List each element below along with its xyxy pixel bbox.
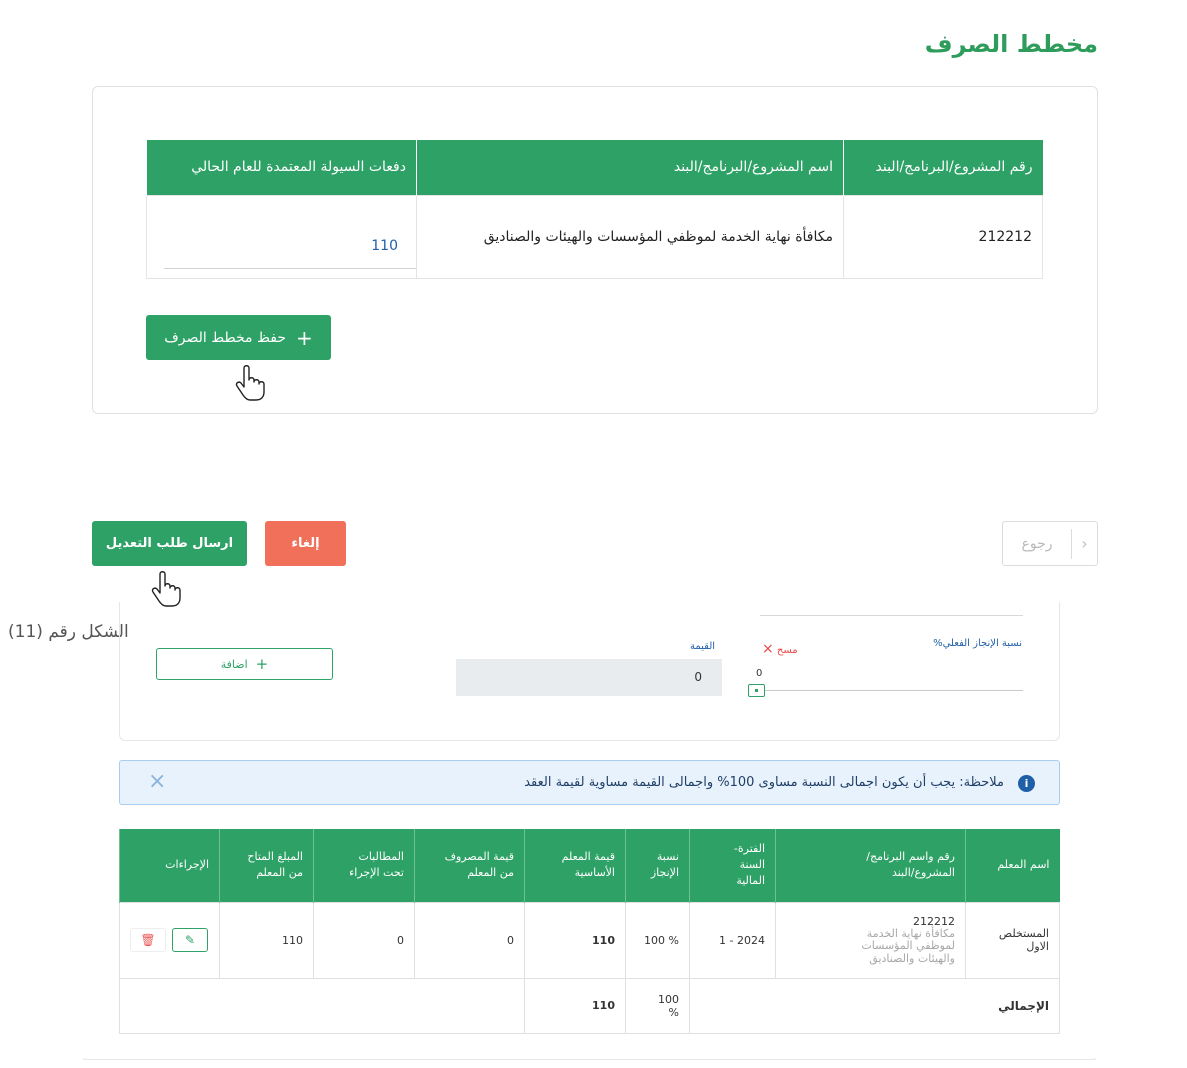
- plus-icon: +: [296, 325, 313, 350]
- header-period-line2: السنة: [739, 858, 765, 872]
- header-project-number: رقم المشروع/البرنامج/البند: [843, 140, 1043, 195]
- spending-plan-table: رقم المشروع/البرنامج/البند اسم المشروع/ا…: [146, 140, 1043, 279]
- edit-icon[interactable]: ✎: [172, 928, 208, 952]
- back-button[interactable]: رجوع ›: [1002, 521, 1098, 566]
- back-button-label: رجوع: [1021, 535, 1053, 552]
- delete-label: مسح: [776, 645, 798, 656]
- achievement-slider-handle[interactable]: [748, 684, 765, 697]
- table-header-row: رقم المشروع/البرنامج/البند اسم المشروع/ا…: [146, 140, 1043, 195]
- header-claims-line1: المطالبات: [358, 850, 404, 864]
- cell-project-number: 212212: [843, 194, 1043, 279]
- cell-period: 2024 - 1: [689, 901, 776, 979]
- achievement-slider-track[interactable]: [758, 690, 1023, 691]
- plus-icon: +: [255, 655, 269, 673]
- total-base-value: 110: [524, 977, 626, 1034]
- table-total-row: الإجمالي 100 % 110: [119, 977, 1060, 1034]
- save-spending-plan-button[interactable]: + حفظ مخطط الصرف: [146, 315, 331, 360]
- header-base-value-line2: الأساسية: [574, 866, 615, 880]
- header-claims-line2: تحت الإجراء: [349, 866, 404, 880]
- total-percentage-line2: %: [668, 1005, 679, 1019]
- slider-value: 0: [756, 668, 763, 679]
- header-available-line2: من المعلم: [256, 866, 303, 880]
- figure-caption: الشكل رقم (11): [8, 622, 129, 642]
- table-row: 212212 مكافأة نهاية الخدمة لموظفي المؤسس…: [146, 194, 1043, 279]
- project-code: 212212: [913, 914, 955, 928]
- project-name-line3: والهيئات والصناديق: [869, 951, 955, 965]
- note-alert: i ملاحظة: يجب أن يكون اجمالى النسبة مساو…: [119, 760, 1060, 805]
- close-icon[interactable]: ×: [148, 769, 166, 794]
- header-period-line1: الفترة-: [733, 842, 765, 856]
- header-period-line3: المالية: [736, 874, 765, 888]
- add-button[interactable]: + اضافة: [156, 648, 333, 680]
- save-button-label: حفظ مخطط الصرف: [164, 329, 287, 346]
- header-spent-line2: من المعلم: [467, 866, 514, 880]
- cell-liquidity: 110: [146, 194, 417, 279]
- table-row: المستخلص الاول 212212 مكافأة نهاية الخدم…: [119, 901, 1060, 979]
- header-base-value: قيمة المعلم الأساسية: [524, 829, 626, 902]
- cell-actions: ✎ 🗑: [119, 901, 220, 979]
- header-available-line1: المبلغ المتاح: [247, 850, 303, 864]
- delete-link[interactable]: مسح ×: [762, 641, 798, 657]
- milestone-name-line1: المستخلص: [998, 927, 1049, 940]
- header-percentage-line2: الإنجاز: [650, 866, 679, 880]
- form-input-underline: [760, 615, 1023, 616]
- cell-milestone-name: المستخلص الاول: [965, 901, 1060, 979]
- header-project-line1: رقم واسم البرنامج/: [866, 850, 955, 864]
- header-project-name: اسم المشروع/البرنامج/البند: [416, 140, 844, 195]
- header-project-line2: المشروع/البند: [891, 866, 955, 880]
- header-percentage-line1: نسبة: [656, 850, 679, 864]
- achievement-percentage-label: نسبة الإنجاز الفعلي%: [933, 638, 1022, 649]
- cell-available: 110: [219, 901, 314, 979]
- cancel-button[interactable]: إلغاء: [265, 521, 346, 566]
- project-name-line2: لموظفي المؤسسات: [861, 939, 955, 953]
- page-title: مخطط الصرف: [924, 30, 1098, 58]
- header-actions: الإجراءات: [119, 829, 220, 902]
- total-percentage-line1: 100: [658, 992, 679, 1006]
- value-label: القيمة: [690, 641, 716, 652]
- header-spent: قيمة المصروف من المعلم: [414, 829, 525, 902]
- hand-pointer-icon: [235, 365, 265, 401]
- total-label: الإجمالي: [689, 977, 1060, 1034]
- milestones-card-edge: [83, 1058, 1096, 1060]
- cell-base-value: 110: [524, 901, 626, 979]
- header-project: رقم واسم البرنامج/ المشروع/البند: [775, 829, 966, 902]
- trash-icon[interactable]: 🗑: [130, 928, 166, 952]
- cell-project: 212212 مكافأة نهاية الخدمة لموظفي المؤسس…: [775, 901, 966, 979]
- close-icon: ×: [762, 641, 774, 657]
- milestone-name-line2: الاول: [1026, 940, 1049, 953]
- cell-claims: 0: [313, 901, 415, 979]
- liquidity-input[interactable]: 110: [164, 204, 416, 269]
- table-header-row: اسم المعلم رقم واسم البرنامج/ المشروع/ال…: [119, 829, 1060, 902]
- add-button-label: اضافة: [220, 657, 248, 671]
- header-percentage: نسبة الإنجاز: [625, 829, 690, 902]
- milestones-table: اسم المعلم رقم واسم البرنامج/ المشروع/ال…: [119, 829, 1060, 1034]
- total-empty: [119, 977, 525, 1034]
- header-available: المبلغ المتاح من المعلم: [219, 829, 314, 902]
- cell-project-name: مكافأة نهاية الخدمة لموظفي المؤسسات واله…: [416, 194, 844, 279]
- send-modification-request-button[interactable]: ارسال طلب التعديل: [92, 521, 247, 566]
- value-field[interactable]: 0: [456, 659, 722, 696]
- note-text: ملاحظة: يجب أن يكون اجمالى النسبة مساوى …: [524, 775, 1004, 790]
- chevron-right-icon: ›: [1081, 534, 1088, 553]
- header-claims: المطالبات تحت الإجراء: [313, 829, 415, 902]
- cell-percentage: % 100: [625, 901, 690, 979]
- row-actions: ✎ 🗑: [130, 928, 209, 952]
- header-spent-line1: قيمة المصروف: [444, 850, 514, 864]
- info-icon: i: [1018, 775, 1035, 792]
- header-milestone-name: اسم المعلم: [965, 829, 1060, 902]
- header-period: الفترة- السنة المالية: [689, 829, 776, 902]
- cell-spent: 0: [414, 901, 525, 979]
- header-liquidity: دفعات السيولة المعتمدة للعام الحالي: [146, 140, 417, 195]
- header-base-value-line1: قيمة المعلم: [561, 850, 615, 864]
- total-percentage: 100 %: [625, 977, 690, 1034]
